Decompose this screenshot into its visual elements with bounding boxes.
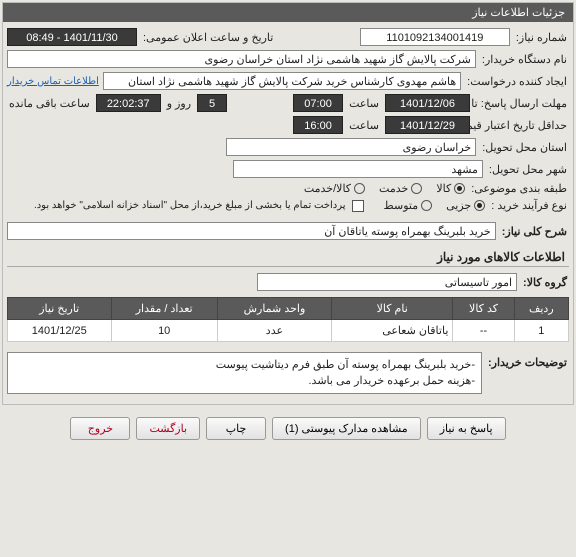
purchase-type-label: نوع فرآیند خرید : bbox=[489, 199, 569, 212]
send-deadline-label: مهلت ارسال پاسخ: تا تاریخ: bbox=[474, 97, 569, 110]
province-value: خراسان رضوی bbox=[226, 138, 476, 156]
price-valid-label: حداقل تاریخ اعتبار قیمت: تا تاریخ: bbox=[474, 119, 569, 132]
radio-goods-service-label: کالا/خدمت bbox=[304, 182, 351, 195]
radio-service[interactable]: خدمت bbox=[379, 182, 422, 195]
pay-note: پرداخت تمام یا بخشی از مبلغ خرید،از محل … bbox=[32, 200, 348, 211]
cell-qty: 10 bbox=[111, 320, 217, 342]
announce-label: تاریخ و ساعت اعلان عمومی: bbox=[141, 31, 275, 44]
attachments-button[interactable]: مشاهده مدارک پیوستی (1) bbox=[272, 417, 421, 440]
need-desc-value: خرید بلبرینگ بهمراه پوسته یاتاقان آن bbox=[7, 222, 496, 240]
radio-medium-label: متوسط bbox=[384, 199, 419, 212]
price-valid-time: 16:00 bbox=[293, 116, 343, 134]
cell-row: 1 bbox=[514, 320, 568, 342]
need-no-value: 1101092134001419 bbox=[360, 28, 510, 46]
radio-service-label: خدمت bbox=[379, 182, 408, 195]
buyer-note-line2: -هزینه حمل برعهده خریدار می باشد. bbox=[14, 373, 475, 389]
category-label: طبقه بندی موضوعی: bbox=[469, 182, 569, 195]
radio-dot-icon bbox=[454, 183, 465, 194]
send-deadline-date: 1401/12/06 bbox=[385, 94, 470, 112]
city-label: شهر محل تحویل: bbox=[487, 163, 569, 176]
th-unit: واحد شمارش bbox=[217, 298, 331, 320]
radio-goods[interactable]: کالا bbox=[436, 182, 465, 195]
group-value: امور تاسیساتی bbox=[257, 273, 517, 291]
radio-goods-service[interactable]: کالا/خدمت bbox=[304, 182, 365, 195]
days-value: 5 bbox=[197, 94, 227, 112]
day-and-label: روز و bbox=[165, 97, 193, 110]
radio-dot-icon bbox=[421, 200, 432, 211]
category-radios: کالا خدمت کالا/خدمت bbox=[304, 182, 465, 195]
buyer-org-value: شرکت پالایش گاز شهید هاشمی نژاد استان خر… bbox=[7, 50, 476, 68]
cell-date: 1401/12/25 bbox=[8, 320, 112, 342]
price-valid-date: 1401/12/29 bbox=[385, 116, 470, 134]
buyer-notes-box: -خرید بلبرینگ بهمراه پوسته آن طبق فرم دی… bbox=[7, 352, 482, 394]
radio-small[interactable]: جزیی bbox=[446, 199, 485, 212]
table-row: 1 -- یاتاقان شعاعی عدد 10 1401/12/25 bbox=[8, 320, 569, 342]
items-table: ردیف کد کالا نام کالا واحد شمارش تعداد /… bbox=[7, 297, 569, 342]
radio-goods-label: کالا bbox=[436, 182, 451, 195]
cell-name: یاتاقان شعاعی bbox=[331, 320, 452, 342]
treasury-checkbox[interactable] bbox=[352, 200, 364, 212]
group-label: گروه کالا: bbox=[521, 276, 569, 289]
buyer-note-line1: -خرید بلبرینگ بهمراه پوسته آن طبق فرم دی… bbox=[14, 357, 475, 373]
th-qty: تعداد / مقدار bbox=[111, 298, 217, 320]
time-label-1: ساعت bbox=[347, 97, 381, 110]
announce-value: 1401/11/30 - 08:49 bbox=[7, 28, 137, 46]
need-no-label: شماره نیاز: bbox=[514, 31, 569, 44]
remaining-time: 22:02:37 bbox=[96, 94, 161, 112]
back-button[interactable]: بازگشت bbox=[136, 417, 200, 440]
province-label: استان محل تحویل: bbox=[480, 141, 569, 154]
panel-title: جزئیات اطلاعات نیاز bbox=[3, 3, 573, 22]
radio-small-label: جزیی bbox=[446, 199, 471, 212]
exit-button[interactable]: خروج bbox=[70, 417, 130, 440]
city-value: مشهد bbox=[233, 160, 483, 178]
requester-label: ایجاد کننده درخواست: bbox=[465, 75, 569, 88]
radio-dot-icon bbox=[411, 183, 422, 194]
buyer-notes-label: توضیحات خریدار: bbox=[486, 352, 569, 369]
radio-medium[interactable]: متوسط bbox=[384, 199, 433, 212]
respond-button[interactable]: پاسخ به نیاز bbox=[427, 417, 506, 440]
panel-body: شماره نیاز: 1101092134001419 تاریخ و ساع… bbox=[3, 22, 573, 404]
time-label-2: ساعت bbox=[347, 119, 381, 132]
th-row: ردیف bbox=[514, 298, 568, 320]
purchase-type-radios: جزیی متوسط bbox=[384, 199, 486, 212]
send-deadline-time: 07:00 bbox=[293, 94, 343, 112]
print-button[interactable]: چاپ bbox=[206, 417, 266, 440]
cell-code: -- bbox=[453, 320, 514, 342]
items-section-title: اطلاعات کالاهای مورد نیاز bbox=[7, 244, 569, 267]
need-desc-label: شرح کلی نیاز: bbox=[500, 225, 569, 238]
buyer-org-label: نام دستگاه خریدار: bbox=[480, 53, 569, 66]
th-name: نام کالا bbox=[331, 298, 452, 320]
radio-dot-icon bbox=[474, 200, 485, 211]
remaining-label: ساعت باقی مانده bbox=[7, 97, 92, 110]
requester-value: هاشم مهدوی کارشناس خرید شرکت پالایش گاز … bbox=[103, 72, 461, 90]
contact-link[interactable]: اطلاعات تماس خریدار bbox=[7, 76, 99, 87]
th-date: تاریخ نیاز bbox=[8, 298, 112, 320]
cell-unit: عدد bbox=[217, 320, 331, 342]
need-details-panel: جزئیات اطلاعات نیاز شماره نیاز: 11010921… bbox=[2, 2, 574, 405]
th-code: کد کالا bbox=[453, 298, 514, 320]
radio-dot-icon bbox=[354, 183, 365, 194]
button-row: پاسخ به نیاز مشاهده مدارک پیوستی (1) چاپ… bbox=[0, 407, 576, 446]
